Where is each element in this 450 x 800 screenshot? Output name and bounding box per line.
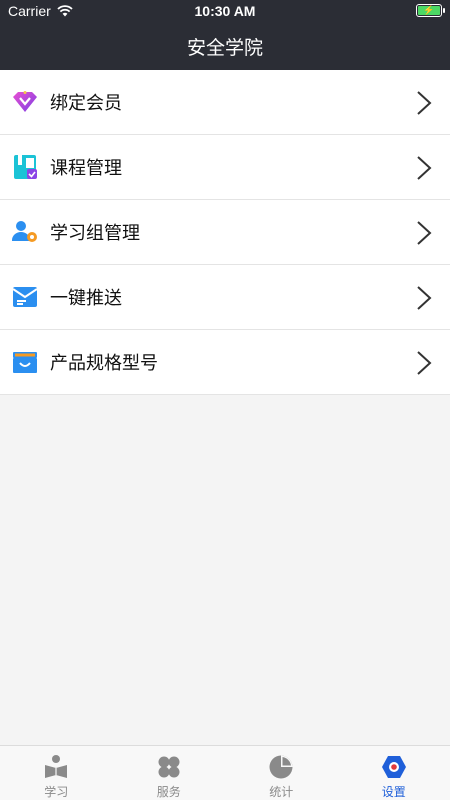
menu-item-label: 绑定会员 xyxy=(50,93,122,114)
tab-study[interactable]: 学习 xyxy=(0,746,113,800)
tab-statistics[interactable]: 统计 xyxy=(225,746,338,800)
tab-service[interactable]: 服务 xyxy=(113,746,226,800)
menu-item-label: 课程管理 xyxy=(50,158,122,179)
chevron-right-icon xyxy=(417,286,432,310)
group-settings-icon xyxy=(12,219,38,245)
tab-settings[interactable]: 设置 xyxy=(338,746,450,800)
push-mail-icon xyxy=(12,284,38,310)
chevron-right-icon xyxy=(417,221,432,245)
menu-item-label: 一键推送 xyxy=(50,288,122,309)
settings-icon xyxy=(380,753,408,780)
settings-menu: 绑定会员 课程管理 学习组管理 一键推送 产品规格型号 xyxy=(0,70,450,395)
menu-item-bind-membership[interactable]: 绑定会员 xyxy=(0,70,450,135)
menu-item-study-group-management[interactable]: 学习组管理 xyxy=(0,200,450,265)
service-icon xyxy=(155,753,183,780)
chevron-right-icon xyxy=(417,91,432,115)
product-box-icon xyxy=(12,349,38,375)
course-book-icon xyxy=(12,154,38,180)
status-bar: Carrier 10:30 AM ⚡ xyxy=(0,0,450,22)
menu-item-one-click-push[interactable]: 一键推送 xyxy=(0,265,450,330)
chevron-right-icon xyxy=(417,351,432,375)
menu-item-label: 产品规格型号 xyxy=(50,353,158,374)
tab-bar: 学习 服务 统计 设置 xyxy=(0,745,450,800)
page-title: 安全学院 xyxy=(186,36,263,59)
tab-label: 服务 xyxy=(156,785,181,799)
study-icon xyxy=(42,753,70,780)
battery-icon: ⚡ xyxy=(416,4,445,17)
clock: 10:30 AM xyxy=(194,3,256,19)
menu-item-course-management[interactable]: 课程管理 xyxy=(0,135,450,200)
menu-item-product-specs[interactable]: 产品规格型号 xyxy=(0,330,450,395)
navigation-bar: 安全学院 xyxy=(0,22,450,70)
tab-label: 统计 xyxy=(269,785,294,799)
menu-item-label: 学习组管理 xyxy=(50,223,140,244)
chevron-right-icon xyxy=(417,156,432,180)
statistics-icon xyxy=(267,753,295,780)
tab-label: 学习 xyxy=(44,785,69,799)
vip-diamond-icon xyxy=(12,89,38,115)
tab-label: 设置 xyxy=(381,785,406,799)
